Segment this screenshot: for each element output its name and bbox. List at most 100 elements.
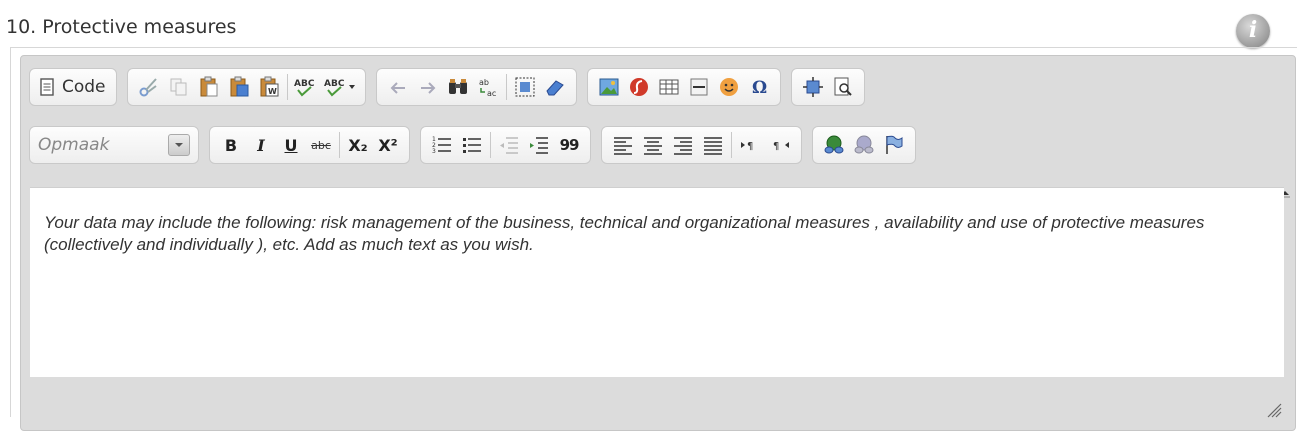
maximize-button[interactable] bbox=[798, 72, 828, 102]
table-icon bbox=[659, 79, 679, 95]
info-icon[interactable]: i bbox=[1236, 14, 1270, 48]
flash-button[interactable] bbox=[624, 72, 654, 102]
select-all-icon bbox=[515, 77, 535, 97]
link-icon bbox=[824, 135, 844, 154]
outdent-button[interactable] bbox=[494, 130, 524, 160]
undo-icon bbox=[390, 82, 405, 94]
cut-button[interactable] bbox=[134, 72, 164, 102]
align-justify-button[interactable] bbox=[698, 130, 728, 160]
paste-word-button[interactable]: W bbox=[254, 72, 284, 102]
underline-button[interactable]: U bbox=[276, 130, 306, 160]
editor-content-text: Your data may include the following: ris… bbox=[44, 213, 1205, 254]
replace-button[interactable]: ab ac bbox=[473, 72, 503, 102]
toolbar-group-view bbox=[790, 68, 865, 106]
preview-button[interactable] bbox=[828, 72, 858, 102]
document-icon bbox=[40, 78, 54, 96]
bulleted-list-button[interactable] bbox=[457, 130, 487, 160]
ltr-icon: ¶ bbox=[741, 141, 753, 152]
superscript-button[interactable]: X² bbox=[373, 130, 403, 160]
strikethrough-button[interactable]: abc bbox=[306, 130, 336, 160]
format-dropdown[interactable]: Opmaak bbox=[29, 126, 199, 164]
smiley-button[interactable] bbox=[714, 72, 744, 102]
divider bbox=[10, 47, 1297, 48]
italic-button[interactable]: I bbox=[246, 130, 276, 160]
toolbar-separator bbox=[286, 74, 288, 100]
table-button[interactable] bbox=[654, 72, 684, 102]
svg-text:W: W bbox=[268, 87, 277, 96]
scayt-button[interactable]: ABC bbox=[321, 72, 359, 102]
replace-icon: ab ac bbox=[479, 78, 496, 98]
source-code-label: Code bbox=[62, 77, 106, 97]
spell-label-2: ABC bbox=[324, 79, 345, 89]
rtl-icon: ¶ bbox=[773, 141, 789, 152]
spellcheck-button[interactable]: ABC bbox=[291, 72, 321, 102]
undo-button[interactable] bbox=[383, 72, 413, 102]
align-center-button[interactable] bbox=[638, 130, 668, 160]
toolbar-separator bbox=[490, 132, 491, 158]
outdent-icon bbox=[500, 137, 518, 154]
indent-button[interactable] bbox=[524, 130, 554, 160]
text-direction-rtl-button[interactable]: ¶ bbox=[765, 130, 795, 160]
clipboard-icon bbox=[200, 76, 218, 97]
special-char-button[interactable]: Ω bbox=[744, 72, 774, 102]
scissors-icon bbox=[139, 78, 157, 97]
toolbar-group-basic-style: B I U abc X₂ X² bbox=[209, 126, 410, 164]
copy-icon bbox=[170, 78, 187, 96]
find-button[interactable] bbox=[443, 72, 473, 102]
text-direction-ltr-button[interactable]: ¶ bbox=[735, 130, 765, 160]
eraser-icon bbox=[545, 80, 564, 96]
horizontal-rule-icon bbox=[690, 78, 708, 96]
align-left-button[interactable] bbox=[608, 130, 638, 160]
toolbar-separator bbox=[505, 74, 507, 100]
toolbar-group-lists: 123 99 bbox=[420, 126, 591, 164]
svg-text:ab: ab bbox=[479, 78, 489, 87]
subscript-button[interactable]: X₂ bbox=[343, 130, 373, 160]
horizontal-rule-button[interactable] bbox=[684, 72, 714, 102]
flash-icon bbox=[629, 78, 648, 96]
anchor-button[interactable] bbox=[879, 130, 909, 160]
paste-button[interactable] bbox=[194, 72, 224, 102]
link-button[interactable] bbox=[819, 130, 849, 160]
redo-icon bbox=[420, 82, 435, 94]
resize-handle-icon[interactable] bbox=[1262, 398, 1282, 418]
align-right-button[interactable] bbox=[668, 130, 698, 160]
image-icon bbox=[599, 78, 619, 96]
bulleted-list-icon bbox=[463, 138, 481, 153]
align-right-icon bbox=[674, 137, 692, 155]
omega-icon: Ω bbox=[752, 78, 767, 98]
flag-icon bbox=[886, 135, 903, 154]
toolbar-separator bbox=[339, 132, 340, 158]
align-justify-icon bbox=[704, 137, 722, 155]
svg-text:3: 3 bbox=[432, 148, 436, 155]
copy-button[interactable] bbox=[164, 72, 194, 102]
numbered-list-button[interactable]: 123 bbox=[427, 130, 457, 160]
svg-text:Ω: Ω bbox=[752, 78, 767, 98]
paste-text-button[interactable] bbox=[224, 72, 254, 102]
source-code-button[interactable]: Code bbox=[36, 77, 110, 97]
align-center-icon bbox=[644, 137, 662, 155]
spell-label-1: ABC bbox=[294, 79, 315, 89]
info-glyph: i bbox=[1248, 17, 1258, 43]
smiley-icon bbox=[719, 78, 738, 96]
editor-content-area[interactable]: Your data may include the following: ris… bbox=[30, 187, 1284, 377]
unlink-icon bbox=[854, 135, 874, 154]
blockquote-button[interactable]: 99 bbox=[554, 130, 584, 160]
format-dropdown-label: Opmaak bbox=[38, 135, 110, 155]
redo-button[interactable] bbox=[413, 72, 443, 102]
select-all-button[interactable] bbox=[510, 72, 540, 102]
preview-icon bbox=[834, 77, 852, 96]
unlink-button[interactable] bbox=[849, 130, 879, 160]
image-button[interactable] bbox=[594, 72, 624, 102]
indent-icon bbox=[530, 137, 548, 154]
toolbar-group-source: Code bbox=[29, 68, 117, 106]
toolbar-group-clipboard: W ABC ABC bbox=[126, 68, 366, 106]
maximize-icon bbox=[802, 77, 823, 97]
binoculars-icon bbox=[448, 79, 467, 94]
section-title: 10. Protective measures bbox=[6, 16, 237, 38]
bold-button[interactable]: B bbox=[216, 130, 246, 160]
chevron-down-icon bbox=[168, 134, 190, 156]
rich-text-editor: Code W ABC ABC ab ac Ω Opmaak B I U abc … bbox=[20, 55, 1296, 431]
scayt-icon: ABC bbox=[324, 79, 355, 97]
toolbar-group-links bbox=[812, 126, 916, 164]
remove-format-button[interactable] bbox=[540, 72, 570, 102]
